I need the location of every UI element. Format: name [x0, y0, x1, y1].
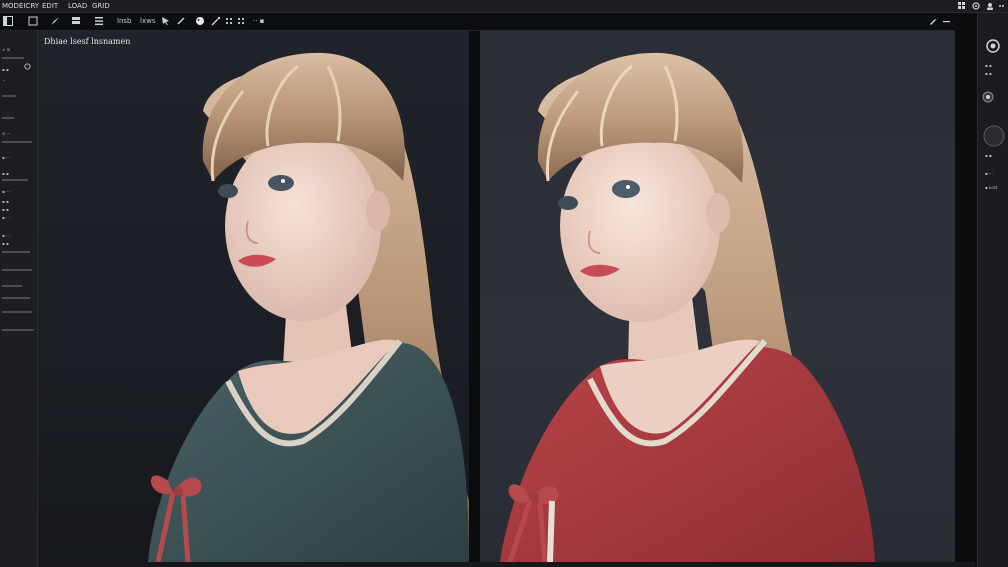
dots-grid-icon[interactable]	[224, 16, 234, 26]
viewport-left[interactable]: Dhiae lsesf lnsnamen	[38, 31, 469, 562]
apps-icon[interactable]	[236, 16, 246, 26]
panel-row[interactable]: ▪ ▪	[2, 199, 34, 204]
panel-row[interactable]: ▪ ▪	[985, 153, 992, 158]
panel-row[interactable]: ▪ ▪	[985, 71, 992, 76]
canvas-area: Dhiae lsesf lnsnamen	[38, 31, 975, 562]
panel-row[interactable]: ▪ ▪	[985, 63, 992, 68]
settings-icon[interactable]	[972, 2, 980, 10]
panel-divider	[2, 117, 14, 119]
grid-icon[interactable]	[958, 2, 966, 10]
knob-icon[interactable]	[982, 91, 994, 103]
toolbar-label-3[interactable]: ·· ▪	[253, 16, 264, 26]
portrait-image-right	[500, 52, 875, 562]
dial-icon[interactable]	[983, 125, 1005, 147]
right-strip	[955, 13, 977, 567]
panel-divider	[2, 329, 34, 331]
panel-divider	[2, 95, 16, 97]
menu-item-grid[interactable]: GRID	[92, 0, 110, 12]
arrow-icon[interactable]	[176, 16, 186, 26]
app-title: MODEICRY	[2, 2, 40, 10]
menu-dots-icon[interactable]	[998, 2, 1006, 10]
cursor-icon[interactable]	[161, 16, 171, 26]
right-panel: ▪ ▪ ▪ ▪ ▪ ▪ ▪ ··· ▪ Lcet	[977, 13, 1008, 567]
panel-row[interactable]: ▪ ···	[2, 155, 34, 160]
toolbar: lnsb lxws ·· ▪	[0, 13, 955, 31]
toolbar-label-2[interactable]: lxws	[140, 16, 155, 26]
left-panel: ≡ ⊞ ▪ ▪ ⌃ ⊟ ··· ▪ ··· ▪ ▪ ▪ ··· ▪ ▪ ▪ ▪ …	[0, 31, 38, 567]
panel-divider	[2, 179, 28, 181]
panel-row[interactable]: ▪ ▪	[2, 241, 34, 246]
panel-row[interactable]: ▪ Lcet	[985, 185, 997, 190]
panel-divider	[2, 285, 22, 287]
refresh-icon[interactable]	[24, 63, 31, 70]
new-file-icon[interactable]	[28, 16, 38, 26]
minimize-icon[interactable]	[942, 16, 952, 26]
menu-item-load[interactable]: LOAD	[68, 0, 87, 12]
sidebar-icon[interactable]	[3, 16, 13, 26]
wand-icon[interactable]	[211, 16, 221, 26]
palette-icon[interactable]	[195, 16, 205, 26]
user-icon[interactable]	[986, 2, 994, 10]
portrait-image-left	[148, 52, 469, 562]
brush-icon[interactable]	[50, 16, 60, 26]
panel-divider	[2, 251, 30, 253]
panel-divider	[2, 57, 24, 59]
menu-item-edit[interactable]: EDIT	[42, 0, 58, 12]
list-icon[interactable]	[94, 16, 104, 26]
panel-row[interactable]: ▪ ···	[2, 215, 34, 220]
status-bar	[38, 562, 975, 567]
pen-icon[interactable]	[928, 16, 938, 26]
layers-icon[interactable]	[71, 16, 81, 26]
panel-divider	[2, 269, 32, 271]
panel-row[interactable]: ▪ ···	[2, 233, 34, 238]
panel-divider	[2, 297, 30, 299]
panel-divider	[2, 311, 32, 313]
menu-bar: MODEICRY EDIT LOAD GRID	[0, 0, 1008, 13]
panel-row[interactable]: ⌃	[2, 79, 34, 84]
panel-row[interactable]: ▪ ···	[2, 189, 34, 194]
panel-row[interactable]: ≡ ⊞	[2, 47, 34, 52]
panel-row[interactable]: ▪ ▪	[2, 171, 34, 176]
toolbar-label-1[interactable]: lnsb	[117, 16, 131, 26]
panel-row[interactable]: ▪ ···	[985, 171, 993, 176]
panel-row[interactable]: ⊟ ···	[2, 131, 34, 136]
viewport-right[interactable]	[480, 31, 975, 562]
camera-icon[interactable]	[986, 39, 1000, 53]
panel-divider	[2, 141, 32, 143]
panel-row[interactable]: ▪ ▪	[2, 207, 34, 212]
